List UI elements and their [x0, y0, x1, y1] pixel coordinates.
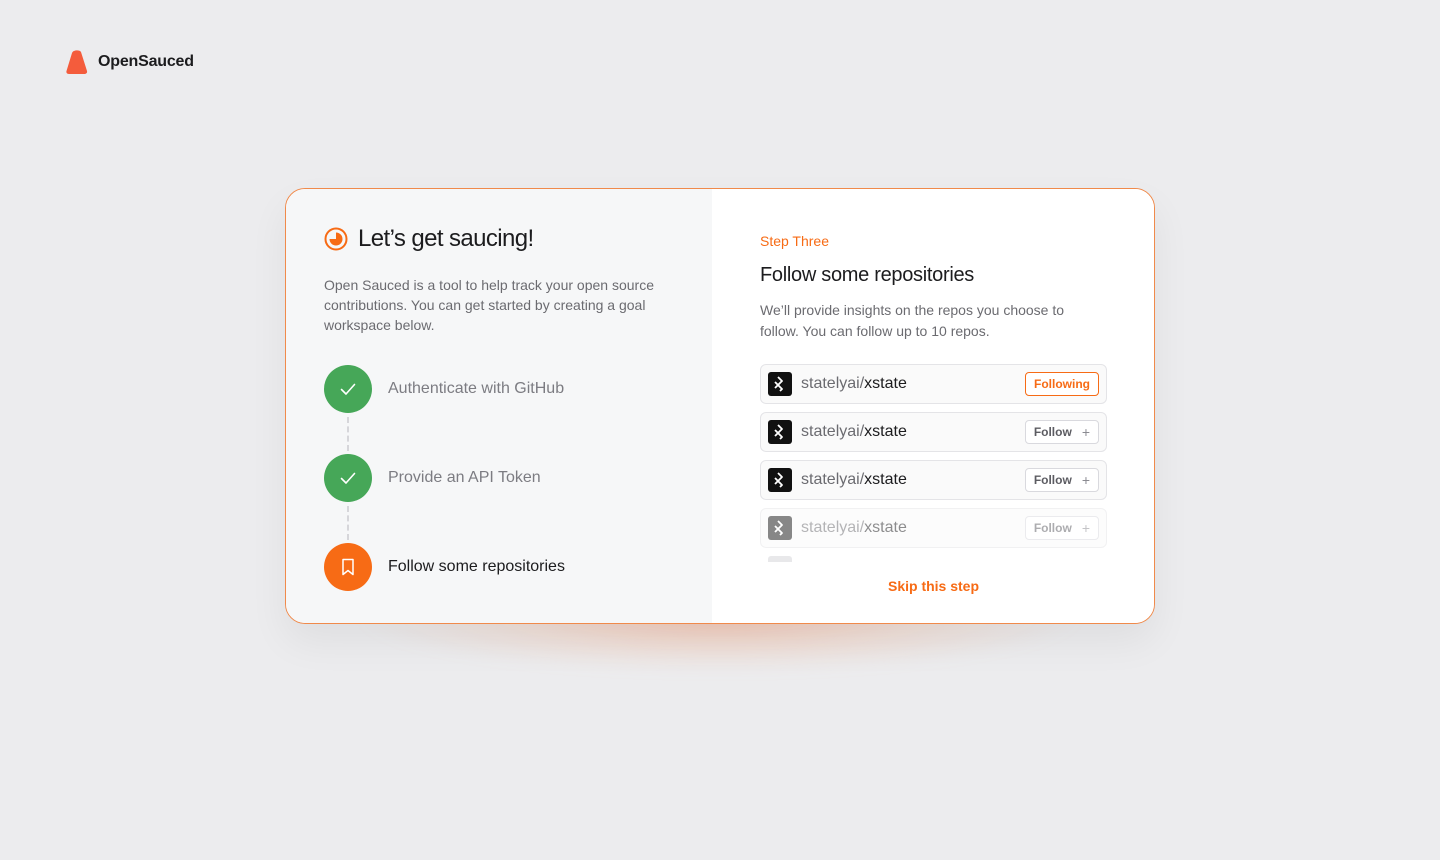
- repo-full-name[interactable]: statelyai/xstate: [801, 471, 1025, 489]
- step-follow-repos: Follow some repositories: [324, 543, 674, 591]
- repo-item: statelyai/xstate Follow +: [760, 412, 1107, 452]
- step-label: Follow some repositories: [388, 558, 565, 575]
- plus-icon: +: [1081, 520, 1090, 536]
- step-status-done: [324, 454, 372, 502]
- repo-full-name[interactable]: statelyai/xstate: [801, 375, 1025, 393]
- step-label: Provide an API Token: [388, 469, 541, 486]
- check-icon: [340, 472, 356, 484]
- follow-button[interactable]: Follow +: [1024, 468, 1099, 492]
- repo-name: xstate: [864, 375, 907, 392]
- plus-icon: +: [1081, 424, 1090, 440]
- follow-button-label: Follow: [1033, 473, 1072, 487]
- repo-owner: statelyai: [801, 423, 860, 440]
- repo-full-name[interactable]: statelyai/xstate: [801, 423, 1025, 441]
- step-connector: [347, 506, 349, 540]
- follow-button-label: Follow: [1033, 521, 1072, 535]
- opensauced-logo-icon: [66, 50, 88, 74]
- repo-owner: statelyai: [801, 519, 860, 536]
- xstate-logo-icon: [768, 468, 792, 492]
- repo-name: xstate: [864, 471, 907, 488]
- follow-button[interactable]: Follow +: [1024, 516, 1099, 540]
- repo-name: xstate: [864, 519, 907, 536]
- brand-name: OpenSauced: [98, 53, 194, 70]
- step-description: We’ll provide insights on the repos you …: [760, 302, 1065, 339]
- intro-text: Open Sauced is a tool to help track your…: [324, 277, 654, 333]
- xstate-logo-icon: [768, 420, 792, 444]
- repo-list-peek: [768, 556, 792, 562]
- sauce-pie-icon: [324, 227, 348, 251]
- plus-icon: +: [1081, 472, 1090, 488]
- repo-full-name[interactable]: statelyai/xstate: [801, 519, 1025, 537]
- step-title: Follow some repositories: [760, 264, 974, 286]
- repo-list: statelyai/xstate Following statelyai/xst…: [760, 364, 1107, 562]
- step-connector: [347, 417, 349, 451]
- skip-step-link[interactable]: Skip this step: [712, 578, 1154, 594]
- step-status-active: [324, 543, 372, 591]
- following-button[interactable]: Following: [1025, 372, 1099, 396]
- xstate-logo-icon: [768, 516, 792, 540]
- bookmark-icon: [342, 558, 354, 576]
- step-label: Authenticate with GitHub: [388, 380, 565, 397]
- repo-item: statelyai/xstate Following: [760, 364, 1107, 404]
- repo-owner: statelyai: [801, 375, 860, 392]
- step-list: Authenticate with GitHub Provide an API …: [324, 365, 674, 591]
- onboarding-card: Let’s get saucing! Open Sauced is a tool…: [285, 188, 1155, 624]
- step-status-done: [324, 365, 372, 413]
- follow-button[interactable]: Follow +: [1024, 420, 1099, 444]
- step-kicker: Step Three: [760, 233, 830, 249]
- xstate-logo-icon: [768, 372, 792, 396]
- follow-button-label: Follow: [1033, 425, 1072, 439]
- check-icon: [340, 383, 356, 395]
- repo-item: statelyai/xstate Follow +: [760, 460, 1107, 500]
- heading-row: Let’s get saucing!: [324, 225, 674, 253]
- repo-owner: statelyai: [801, 471, 860, 488]
- step-content-panel: Step Three Follow some repositories We’l…: [712, 189, 1154, 623]
- brand[interactable]: OpenSauced: [66, 50, 194, 74]
- page-title: Let’s get saucing!: [358, 225, 534, 252]
- step-authenticate: Authenticate with GitHub: [324, 365, 674, 451]
- repo-name: xstate: [864, 423, 907, 440]
- onboarding-steps-panel: Let’s get saucing! Open Sauced is a tool…: [286, 189, 712, 623]
- repo-item: statelyai/xstate Follow +: [760, 508, 1107, 548]
- step-api-token: Provide an API Token: [324, 454, 674, 540]
